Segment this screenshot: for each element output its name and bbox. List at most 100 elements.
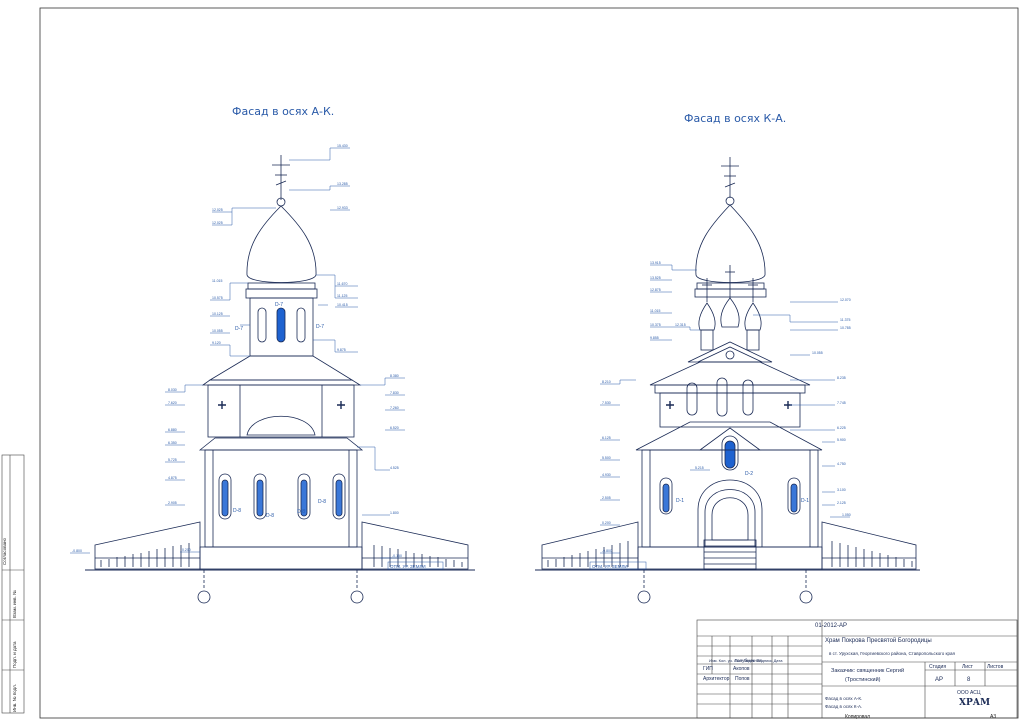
svg-text:6.350: 6.350 xyxy=(168,441,177,445)
svg-text:4.750: 4.750 xyxy=(837,462,846,466)
right-window-tags: D-1 D-1 D-2 xyxy=(676,471,809,504)
svg-text:10.785: 10.785 xyxy=(840,326,851,330)
svg-text:11.125: 11.125 xyxy=(337,294,347,298)
sheet-content-2: Фасад в осях К-А. xyxy=(825,704,863,709)
window-tag-d8-c: D-8 xyxy=(297,509,305,515)
svg-text:4.525: 4.525 xyxy=(390,466,399,470)
svg-text:7.260: 7.260 xyxy=(390,406,399,410)
margin-inv-replace: Взам. инв. № xyxy=(12,590,17,618)
svg-text:6.225: 6.225 xyxy=(837,426,846,430)
svg-text:1.800: 1.800 xyxy=(390,511,399,515)
window-tag-d7-right: D-7 xyxy=(316,324,324,330)
svg-text:7.530: 7.530 xyxy=(602,401,611,405)
customer-name: (Тростинский) xyxy=(845,677,881,683)
organization: ООО АСЦ xyxy=(957,690,981,696)
right-dimension-leaders xyxy=(600,264,850,554)
svg-text:9.120: 9.120 xyxy=(212,341,221,345)
svg-text:8.210: 8.210 xyxy=(602,380,611,384)
svg-text:13.915: 13.915 xyxy=(650,261,661,265)
left-dimension-marks: 15.430 13.285 12.933 12.025 12.025 11.670 11… xyxy=(72,144,402,558)
col-sheet: Лист xyxy=(962,664,973,670)
svg-text:9.875: 9.875 xyxy=(337,348,346,352)
left-facade xyxy=(85,155,475,604)
left-dimension-leaders xyxy=(70,147,405,559)
person-checker: Голубничная xyxy=(735,658,762,663)
sheet-value: 8 xyxy=(967,677,971,683)
window-tag-d7-top: D-7 xyxy=(275,302,283,308)
facade-title-left: Фасад в осях А-К. xyxy=(232,105,335,118)
margin-stamp xyxy=(1,454,25,714)
person-architect: Попов xyxy=(735,676,750,682)
svg-text:7.620: 7.620 xyxy=(168,401,177,405)
svg-text:-0.800: -0.800 xyxy=(72,549,82,553)
svg-text:5.500: 5.500 xyxy=(602,456,611,460)
svg-text:6.125: 6.125 xyxy=(602,436,611,440)
svg-text:1.050: 1.050 xyxy=(842,513,851,517)
svg-text:11.670: 11.670 xyxy=(337,282,347,286)
col-sheets: Листов xyxy=(987,664,1004,670)
window-tag-d2: D-2 xyxy=(745,471,753,477)
window-tag-d7-left: D-7 xyxy=(235,326,243,332)
project-name: Храм Покрова Пресвятой Богородицы xyxy=(825,638,932,644)
project-code: 01-2012-АР xyxy=(815,623,848,629)
svg-text:4.930: 4.930 xyxy=(602,473,611,477)
svg-text:10.055: 10.055 xyxy=(212,329,223,333)
svg-text:12.025: 12.025 xyxy=(212,208,223,212)
organization-logo: ХРАМ xyxy=(959,698,991,708)
person-chief: Акопов xyxy=(733,666,750,672)
svg-text:12.025: 12.025 xyxy=(212,221,223,225)
sheet-frame xyxy=(39,7,1019,719)
window-tag-d1-right: D-1 xyxy=(801,498,809,504)
customer: Заказчик: священник Сергий xyxy=(831,668,905,674)
svg-text:2.505: 2.505 xyxy=(602,496,611,500)
svg-text:8.235: 8.235 xyxy=(837,376,846,380)
svg-text:15.430: 15.430 xyxy=(337,144,348,148)
drawing-sheet: 15.430 13.285 12.933 12.025 12.025 11.670 11… xyxy=(1,7,1019,719)
svg-text:10.415: 10.415 xyxy=(337,303,348,307)
svg-text:13.525: 13.525 xyxy=(650,276,661,280)
svg-text:4.875: 4.875 xyxy=(168,476,177,480)
ground-level-left: ОТМ. УР. ЗЕМЛИ xyxy=(390,564,426,569)
window-tag-d8-b: D-8 xyxy=(266,513,274,519)
svg-text:12.315: 12.315 xyxy=(675,323,686,327)
svg-text:8.380: 8.380 xyxy=(390,374,399,378)
window-tag-d1-left: D-1 xyxy=(676,498,684,504)
right-facade xyxy=(535,157,920,604)
margin-agreed: Согласовано xyxy=(2,537,7,565)
margin-sign-date: Подп. и дата xyxy=(12,641,17,668)
ground-level-right: ОТМ. УР. ЗЕМЛИ xyxy=(592,564,628,569)
role-chief: ГИП xyxy=(703,666,713,672)
svg-text:12.070: 12.070 xyxy=(840,298,851,302)
svg-text:11.015: 11.015 xyxy=(650,309,660,313)
col-stage: Стадия xyxy=(929,664,947,670)
stage-value: АР xyxy=(935,677,944,683)
svg-text:8.030: 8.030 xyxy=(168,388,177,392)
svg-text:2.125: 2.125 xyxy=(837,501,846,505)
role-architect: Архитектор xyxy=(703,676,730,682)
svg-text:10.575: 10.575 xyxy=(212,296,223,300)
svg-text:12.875: 12.875 xyxy=(650,288,661,292)
svg-text:7.745: 7.745 xyxy=(837,401,846,405)
svg-text:10.055: 10.055 xyxy=(812,351,823,355)
svg-text:13.285: 13.285 xyxy=(337,182,348,186)
facade-title-right: Фасад в осях К-А. xyxy=(684,112,787,125)
svg-text:3.100: 3.100 xyxy=(837,488,846,492)
svg-text:-0.800: -0.800 xyxy=(602,549,612,553)
svg-text:10.375: 10.375 xyxy=(650,323,661,327)
svg-text:11.015: 11.015 xyxy=(212,279,222,283)
margin-inv-orig: Инв. № подл. xyxy=(12,683,17,712)
svg-text:-0.150: -0.150 xyxy=(392,554,402,558)
svg-text:12.933: 12.933 xyxy=(337,206,348,210)
svg-text:7.830: 7.830 xyxy=(390,391,399,395)
svg-text:5.215: 5.215 xyxy=(695,466,704,470)
svg-text:0.200: 0.200 xyxy=(182,548,191,552)
window-tag-d8-a: D-8 xyxy=(233,508,241,514)
right-dimension-marks: 13.915 13.525 12.875 11.015 10.375 9.855 12.… xyxy=(602,261,851,553)
title-block: 01-2012-АР Храм Покрова Пресвятой Богоро… xyxy=(697,620,1017,720)
svg-text:10.125: 10.125 xyxy=(212,312,223,316)
svg-text:5.900: 5.900 xyxy=(837,438,846,442)
window-tag-d8-d: D-8 xyxy=(318,499,326,505)
sheet-content-1: Фасад в осях А-К. xyxy=(825,696,863,701)
format-label: А3 xyxy=(990,714,997,720)
svg-text:5.725: 5.725 xyxy=(168,458,177,462)
